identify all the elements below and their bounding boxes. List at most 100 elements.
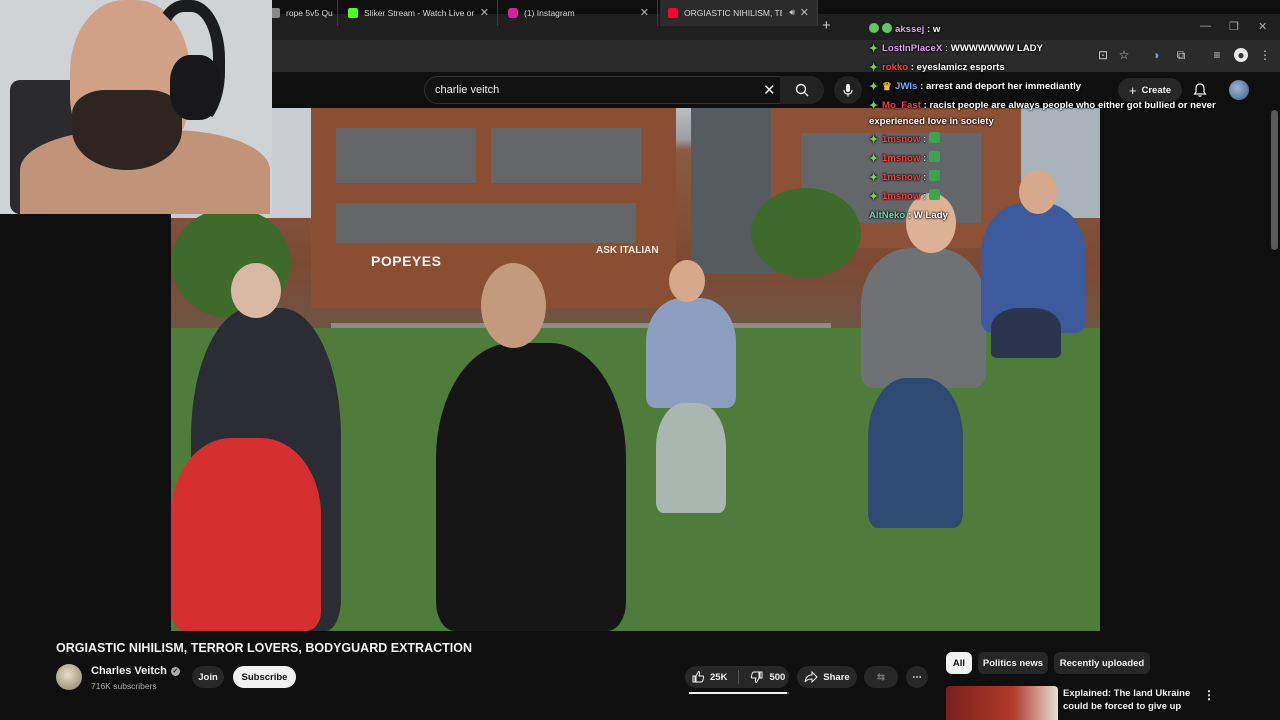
voice-search-button[interactable] <box>834 76 862 104</box>
video-person <box>861 248 986 388</box>
emote-icon <box>928 170 940 181</box>
video-person <box>868 378 963 528</box>
chat-text: arrest and deport her immediantly <box>925 81 1082 92</box>
chat-message: ✦ rokko : eyeslamicz esports <box>869 62 1005 74</box>
chip-recently-uploaded[interactable]: Recently uploaded <box>1054 652 1150 674</box>
chat-text: racist people are always people who eith… <box>869 100 1216 127</box>
sparkle-badge-icon: ✦ <box>869 81 879 93</box>
chat-username: akssej <box>895 24 925 35</box>
close-tab-icon[interactable]: ✕ <box>640 6 649 19</box>
chip-politics-news[interactable]: Politics news <box>978 652 1048 674</box>
chat-message: ✦ ♛ JWls : arrest and deport her immediant… <box>869 81 1082 93</box>
video-person-head <box>669 260 705 302</box>
remix-button[interactable]: ⇆ <box>864 666 898 688</box>
chip-all[interactable]: All <box>946 652 972 674</box>
new-tab-button[interactable]: + <box>822 17 831 34</box>
like-ratio-bar <box>689 692 789 694</box>
search-button[interactable] <box>780 76 824 104</box>
circle-badge-icon <box>882 23 892 33</box>
restaurant-sign: ASK ITALIAN <box>596 245 659 256</box>
channel-avatar[interactable] <box>56 664 82 690</box>
chat-message: ✦ 1msnow : <box>869 130 1269 149</box>
like-divider <box>738 670 740 684</box>
tab-title: ORGIASTIC NIHILISM, TERR <box>684 8 782 18</box>
video-scene-tree <box>751 188 861 278</box>
recommended-video-thumbnail[interactable] <box>946 686 1058 720</box>
subscriber-count: 716K subscribers <box>91 681 157 691</box>
thumbs-down-icon[interactable] <box>750 670 764 684</box>
emote-icon <box>928 189 940 200</box>
tab-title: Sliker Stream - Watch Live on K <box>364 8 474 18</box>
chat-username: 1msnow <box>882 134 921 145</box>
sparkle-badge-icon: ✦ <box>869 62 879 74</box>
more-dots-icon: ⋯ <box>912 671 922 683</box>
chat-username: 1msnow <box>882 191 921 202</box>
video-person <box>436 343 626 631</box>
browser-tab-1[interactable]: rope 5v5 Qu <box>262 0 338 26</box>
instagram-favicon-icon <box>508 8 518 18</box>
chat-message: ✦ 1msnow : <box>869 187 1269 206</box>
chat-message: ✦ LostInPlaceX : WWWWWWW LADY <box>869 43 1043 55</box>
chat-username: Mo_Fast <box>882 100 921 111</box>
kick-favicon-icon <box>348 8 358 18</box>
chat-username: 1msnow <box>882 153 921 164</box>
tab-title: rope 5v5 Qu <box>286 8 333 18</box>
like-count[interactable]: 25K <box>710 672 727 683</box>
dislike-count[interactable]: 500 <box>769 672 785 683</box>
share-arrow-icon <box>804 671 819 683</box>
chat-overlay: akssej : w ✦ LostInPlaceX : WWWWWWW LADY … <box>869 20 1269 225</box>
emote-icon <box>928 151 940 162</box>
video-person-head <box>481 263 546 348</box>
chat-text: WWWWWWW LADY <box>950 43 1043 54</box>
search-input[interactable]: charlie veitch <box>435 84 499 96</box>
chat-message: ✦ Mo_Fast : racist people are always peop… <box>869 100 1216 127</box>
browser-tab-3[interactable]: (1) Instagram ✕ <box>500 0 658 26</box>
popeyes-sign: POPEYES <box>371 253 442 269</box>
video-person <box>171 438 321 631</box>
circle-badge-icon <box>869 23 879 33</box>
browser-tab-active[interactable]: ORGIASTIC NIHILISM, TERR 🔊︎ ✕ <box>660 0 818 26</box>
chat-message: akssej : w <box>869 20 1269 39</box>
video-scene-window <box>491 128 641 183</box>
like-dislike-group: 25K 500 <box>685 666 789 688</box>
headphone-earcup <box>170 55 220 120</box>
chat-username: 1msnow <box>882 172 921 183</box>
join-button[interactable]: Join <box>192 666 224 688</box>
video-person-head <box>231 263 281 318</box>
microphone-icon <box>843 84 853 97</box>
subscribe-button[interactable]: Subscribe <box>233 666 296 688</box>
chat-username: rokko <box>882 62 909 73</box>
search-icon <box>795 83 809 97</box>
sparkle-badge-icon: ✦ <box>869 100 879 112</box>
thumbs-up-icon[interactable] <box>691 670 705 684</box>
sparkle-badge-icon: ✦ <box>869 172 879 184</box>
video-person <box>991 308 1061 358</box>
search-box[interactable]: charlie veitch ✕ <box>424 76 824 104</box>
share-button[interactable]: Share <box>797 666 857 688</box>
video-title: ORGIASTIC NIHILISM, TERROR LOVERS, BODYG… <box>56 641 472 655</box>
close-tab-icon[interactable]: ✕ <box>480 6 489 19</box>
sparkle-badge-icon: ✦ <box>869 43 879 55</box>
tab-title: (1) Instagram <box>524 8 575 18</box>
chat-username: AltNeko <box>869 210 906 221</box>
crown-badge-icon: ♛ <box>882 81 892 93</box>
page-scrollbar[interactable] <box>1271 110 1278 250</box>
video-scene-window <box>336 203 636 243</box>
sparkle-badge-icon: ✦ <box>869 134 879 146</box>
verified-check-icon: ✓ <box>170 667 180 676</box>
browser-tab-2[interactable]: Sliker Stream - Watch Live on K ✕ <box>340 0 498 26</box>
more-actions-button[interactable]: ⋯ <box>906 666 928 688</box>
clear-search-icon[interactable]: ✕ <box>763 81 776 99</box>
channel-name[interactable]: Charles Veitch <box>91 665 167 677</box>
remix-icon: ⇆ <box>877 671 885 683</box>
recommended-more-icon[interactable]: ⋮ <box>1203 688 1215 702</box>
share-label: Share <box>823 671 850 683</box>
chat-message: ✦ 1msnow : <box>869 149 1269 168</box>
chat-message: AltNeko : W Lady <box>869 210 948 221</box>
close-tab-icon[interactable]: ✕ <box>800 6 809 19</box>
recommended-video-title[interactable]: Explained: The land Ukraine could be for… <box>1063 687 1213 720</box>
speaker-icon[interactable]: 🔊︎ <box>789 7 795 18</box>
video-scene-window <box>336 128 476 183</box>
channel-name-row[interactable]: Charles Veitch ✓ <box>91 665 180 677</box>
like-ratio-fill <box>689 692 787 694</box>
